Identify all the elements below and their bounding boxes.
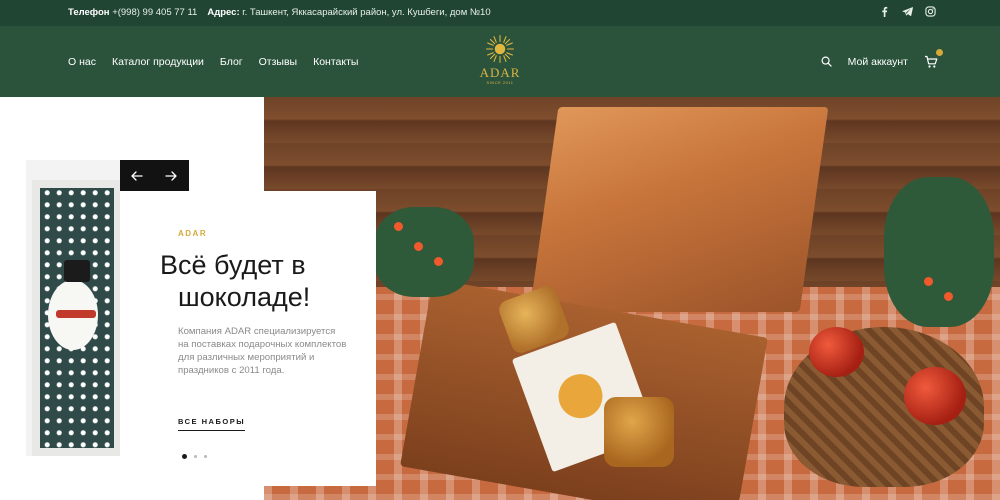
hero-title-line-1: Всё будет в xyxy=(160,250,306,280)
berry xyxy=(414,242,423,251)
snowman-scarf xyxy=(56,310,96,318)
sun-logo-icon xyxy=(485,34,515,64)
hero-title: Всё будет в шоколаде! xyxy=(160,249,370,313)
slider-arrows xyxy=(120,160,189,191)
facebook-icon[interactable] xyxy=(879,6,890,17)
phone-label: Телефон xyxy=(68,7,110,18)
gift-box-lid xyxy=(529,107,829,312)
nav-item-catalog[interactable]: Каталог продукции xyxy=(112,56,204,68)
telegram-icon[interactable] xyxy=(902,6,913,17)
hero-title-line-2: шоколаде! xyxy=(178,282,311,312)
previous-slide-image xyxy=(26,160,120,456)
honey-jar xyxy=(604,397,674,467)
fir-branch xyxy=(374,207,474,297)
header-actions: Мой аккаунт xyxy=(821,26,943,97)
contact-info: Телефон +(998) 99 405 77 11 Адрес: г. Таш… xyxy=(68,0,491,26)
fir-branch xyxy=(884,177,994,327)
phone-number[interactable]: +(998) 99 405 77 11 xyxy=(112,7,197,18)
logo-since-text: SINCE 2011 xyxy=(486,80,514,85)
slider-dot-3[interactable] xyxy=(204,455,207,458)
social-links xyxy=(879,6,936,17)
apple xyxy=(809,327,864,377)
cart-badge xyxy=(936,48,943,56)
hero-eyebrow: ADAR xyxy=(178,229,208,238)
berry xyxy=(944,292,953,301)
hero-card: ADAR Всё будет в шоколаде! Компания ADAR… xyxy=(120,191,376,486)
arrow-right-icon xyxy=(165,170,177,181)
prev-slide-button[interactable] xyxy=(120,160,154,191)
arrow-left-icon xyxy=(131,170,143,181)
slider-dot-2[interactable] xyxy=(194,455,197,458)
main-nav: О нас Каталог продукции Блог Отзывы Конт… xyxy=(68,26,358,97)
instagram-icon[interactable] xyxy=(925,6,936,17)
next-slide-button[interactable] xyxy=(154,160,188,191)
hero-description: Компания ADAR специализируется на постав… xyxy=(178,326,347,376)
search-icon[interactable] xyxy=(821,56,832,67)
cart-button[interactable] xyxy=(924,48,943,69)
slider-dots xyxy=(182,454,207,459)
address-label: Адрес: xyxy=(207,7,240,18)
my-account-link[interactable]: Мой аккаунт xyxy=(848,56,908,68)
nav-item-contacts[interactable]: Контакты xyxy=(313,56,358,68)
slider-dot-1[interactable] xyxy=(182,454,187,459)
cart-icon xyxy=(924,55,938,69)
nav-item-reviews[interactable]: Отзывы xyxy=(259,56,297,68)
berry xyxy=(924,277,933,286)
berry xyxy=(434,257,443,266)
site-logo[interactable]: ADAR SINCE 2011 xyxy=(470,34,530,94)
snowman-hat xyxy=(64,260,90,282)
address-text: г. Ташкент, Яккасарайский район, ул. Куш… xyxy=(242,7,491,18)
all-sets-link[interactable]: ВСЕ НАБОРЫ xyxy=(178,417,246,431)
logo-brand-text: ADAR xyxy=(479,65,521,80)
main-header: О нас Каталог продукции Блог Отзывы Конт… xyxy=(0,26,1000,97)
apple xyxy=(904,367,966,425)
nav-item-blog[interactable]: Блог xyxy=(220,56,243,68)
nav-item-about[interactable]: О нас xyxy=(68,56,96,68)
berry xyxy=(394,222,403,231)
top-bar: Телефон +(998) 99 405 77 11 Адрес: г. Таш… xyxy=(0,0,1000,26)
